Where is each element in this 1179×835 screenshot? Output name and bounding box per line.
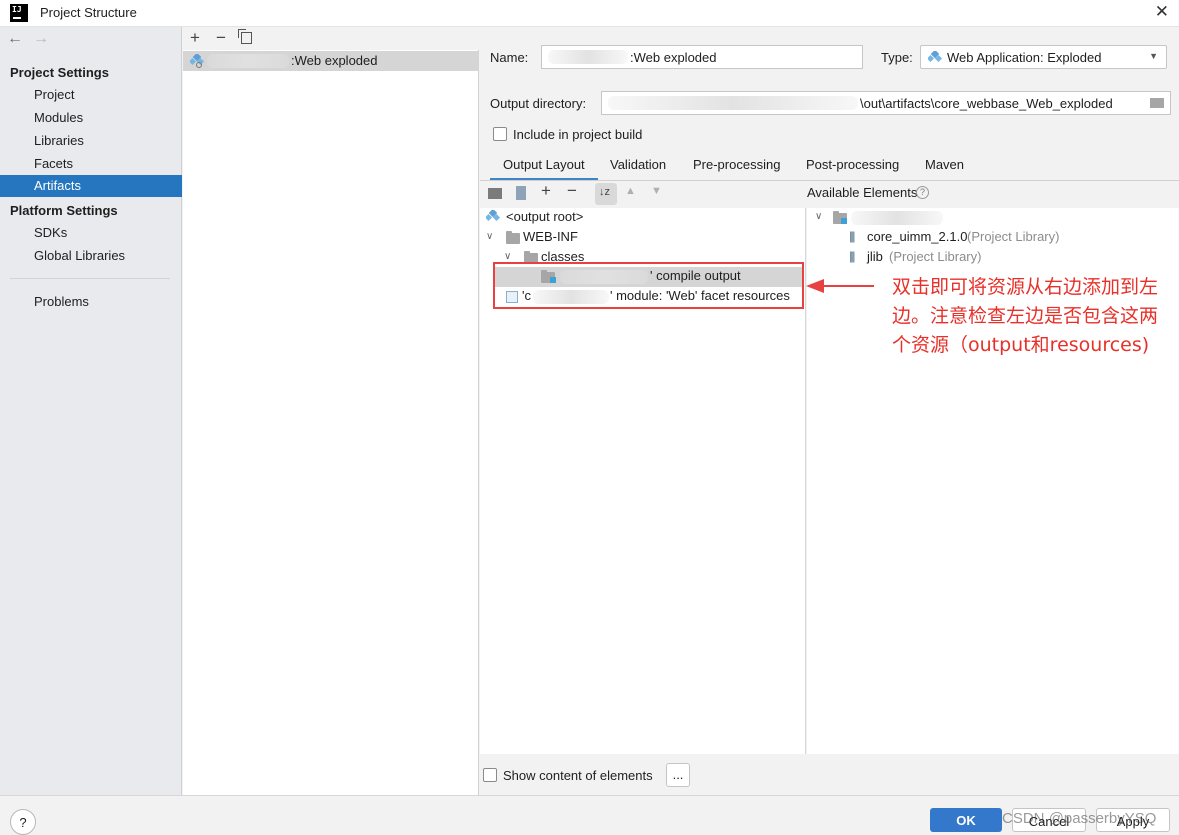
sidebar-item-facets[interactable]: Facets	[0, 153, 182, 175]
type-label: Type:	[881, 50, 913, 65]
name-field[interactable]: :Web exploded	[541, 45, 863, 69]
watermark: CSDN @passerbyYSQ	[1002, 810, 1157, 827]
show-content-checkbox[interactable]	[483, 768, 497, 782]
annotation-arrow-icon	[806, 279, 874, 293]
back-arrow-icon[interactable]: ←	[7, 30, 23, 48]
include-in-build-checkbox[interactable]	[493, 127, 507, 141]
show-content-label: Show content of elements	[503, 768, 653, 783]
folder-icon	[506, 231, 520, 244]
tab-output-layout[interactable]: Output Layout	[490, 157, 598, 181]
sidebar-item-global-libraries[interactable]: Global Libraries	[0, 245, 182, 267]
close-icon[interactable]: ✕	[1155, 2, 1169, 22]
folder-browse-icon[interactable]	[1150, 98, 1164, 108]
redacted-text	[207, 54, 289, 68]
chevron-down-icon: ∨	[504, 251, 512, 262]
forward-arrow-icon[interactable]: →	[33, 30, 49, 48]
artifact-list-toolbar: + −	[183, 27, 479, 50]
type-select[interactable]: Web Application: Exploded ▼	[920, 45, 1167, 69]
tab-maven[interactable]: Maven	[925, 157, 964, 172]
output-directory-label: Output directory:	[490, 96, 587, 111]
redacted-text	[608, 96, 858, 110]
library-icon: ||||	[849, 249, 856, 263]
title-bar: IJ Project Structure ✕	[0, 0, 1179, 27]
sidebar-item-artifacts[interactable]: Artifacts	[0, 175, 182, 197]
tab-validation[interactable]: Validation	[610, 157, 666, 172]
help-icon[interactable]: ?	[916, 186, 929, 199]
ellipsis-button[interactable]: ...	[666, 763, 690, 787]
sidebar-item-problems[interactable]: Problems	[0, 291, 182, 313]
chevron-down-icon: ▼	[1149, 51, 1158, 61]
artifact-editor: Name: :Web exploded Type: Web Applicatio…	[480, 27, 1179, 795]
annotation-text: 双击即可将资源从右边添加到左边。注意检查左边是否包含这两个资源（output和r…	[892, 276, 1159, 356]
intellij-logo-icon: IJ	[10, 4, 28, 22]
move-down-icon[interactable]: ▼	[651, 185, 662, 197]
settings-sidebar: ← → Project Settings Project Modules Lib…	[0, 27, 182, 795]
include-in-build-label: Include in project build	[513, 127, 643, 142]
sidebar-item-sdks[interactable]: SDKs	[0, 222, 182, 244]
sidebar-item-project[interactable]: Project	[0, 84, 182, 106]
help-button[interactable]: ?	[10, 809, 36, 835]
artifact-list-panel: + − :Web exploded	[183, 27, 479, 795]
redacted-text	[548, 50, 628, 64]
chevron-down-icon: ∨	[815, 211, 823, 222]
tabs-divider	[480, 180, 1179, 181]
web-facet-icon	[486, 210, 500, 222]
copy-icon[interactable]	[238, 29, 252, 44]
create-archive-icon[interactable]	[516, 186, 526, 200]
project-settings-header: Project Settings	[10, 65, 109, 80]
move-up-icon[interactable]: ▲	[625, 185, 636, 197]
remove-icon[interactable]: −	[216, 28, 226, 48]
redacted-text	[851, 211, 943, 225]
artifact-name: :Web exploded	[291, 53, 378, 68]
web-facet-icon	[190, 54, 204, 68]
artifact-list-item[interactable]: :Web exploded	[183, 51, 479, 71]
highlight-box	[493, 262, 804, 309]
sidebar-item-modules[interactable]: Modules	[0, 107, 182, 129]
sidebar-item-libraries[interactable]: Libraries	[0, 130, 182, 152]
web-facet-icon	[928, 51, 942, 63]
available-elements-label: Available Elements	[807, 185, 918, 200]
window-title: Project Structure	[40, 5, 137, 20]
sidebar-divider	[10, 278, 170, 279]
add-copy-icon[interactable]: +	[541, 181, 551, 201]
library-icon: ||||	[849, 229, 856, 243]
remove-element-icon[interactable]: −	[567, 181, 577, 201]
tab-pre-processing[interactable]: Pre-processing	[693, 157, 780, 172]
ok-button[interactable]: OK	[930, 808, 1002, 832]
chevron-down-icon: ∨	[486, 231, 494, 242]
output-directory-field[interactable]: \out\artifacts\core_webbase_Web_exploded	[601, 91, 1171, 115]
sort-icon[interactable]: ↓z	[595, 183, 617, 205]
name-label: Name:	[490, 50, 529, 65]
new-directory-icon[interactable]	[488, 188, 502, 199]
platform-settings-header: Platform Settings	[10, 203, 118, 218]
tab-post-processing[interactable]: Post-processing	[806, 157, 899, 172]
add-icon[interactable]: +	[190, 28, 200, 48]
